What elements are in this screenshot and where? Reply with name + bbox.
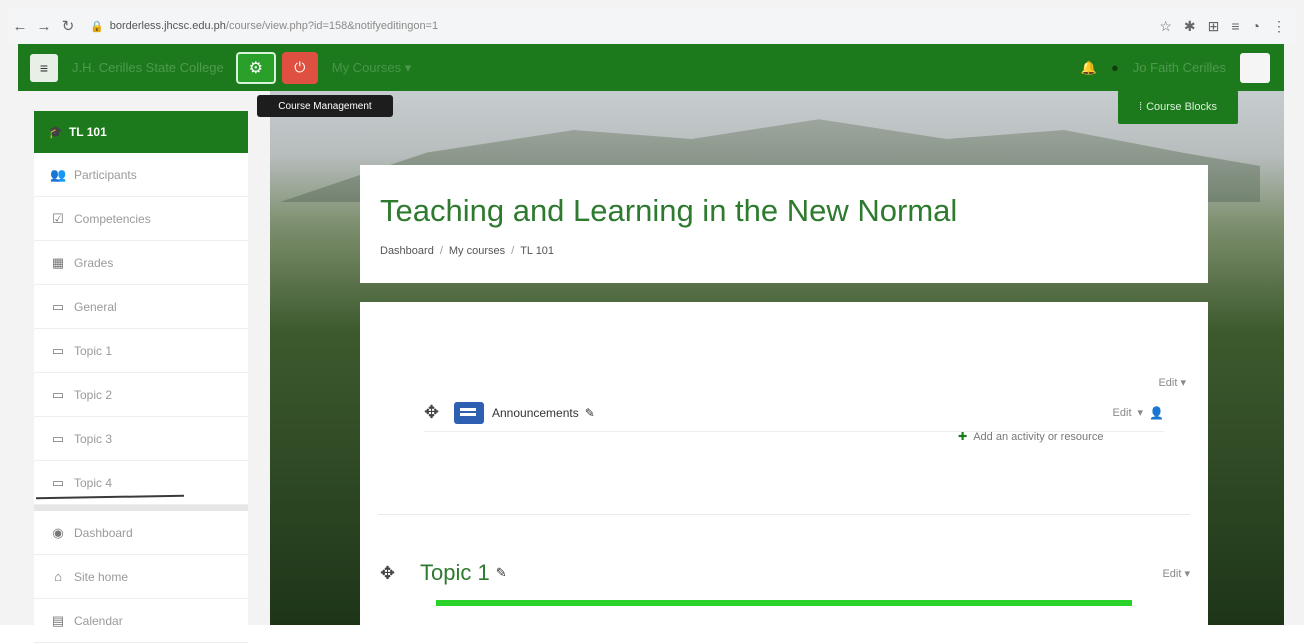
graduation-cap-icon: 🎓: [48, 125, 63, 139]
calendar-icon: ▤: [51, 612, 65, 628]
lock-icon: 🔒: [90, 20, 104, 33]
checkbox-icon: ☑: [52, 210, 64, 226]
forum-icon: [454, 401, 484, 424]
forward-icon[interactable]: →: [32, 14, 56, 38]
sidebar-item-calendar[interactable]: ▤ Calendar: [34, 599, 248, 643]
gears-icon: ⚙: [248, 59, 263, 77]
hamburger-menu-icon[interactable]: ≡: [30, 53, 58, 82]
activity-link[interactable]: Announcements: [492, 406, 579, 420]
edit-label: Edit: [1158, 377, 1178, 389]
sidebar-item-topic-3[interactable]: ▭ Topic 3: [34, 417, 248, 461]
my-courses-label: My Courses: [331, 59, 402, 75]
sidebar-item-label: Competencies: [74, 211, 151, 226]
sidebar-item-course[interactable]: 🎓 TL 101: [34, 111, 248, 153]
avatar[interactable]: [1240, 52, 1270, 83]
table-icon: ▦: [51, 254, 65, 270]
folder-icon: ▭: [51, 298, 65, 314]
add-activity-label: Add an activity or resource: [973, 430, 1104, 443]
editing-toggle-button[interactable]: ⏻: [281, 51, 318, 84]
top-navbar: ≡ J.H. Cerilles State College ⚙ ⏻ My Cou…: [18, 44, 1284, 91]
url-host: borderless.jhcsc.edu.ph: [109, 20, 226, 32]
star-icon[interactable]: ☆: [1159, 18, 1172, 35]
folder-icon: ▭: [51, 430, 65, 446]
address-bar[interactable]: 🔒 borderless.jhcsc.edu.ph /course/view.p…: [90, 20, 1159, 33]
extension-icon[interactable]: ✱: [1184, 18, 1196, 35]
pencil-icon[interactable]: ✎: [496, 565, 507, 581]
dashboard-icon: ◉: [52, 524, 64, 540]
page-title: Teaching and Learning in the New Normal: [380, 193, 958, 228]
topic-1-header: ✥ Topic 1 ✎ Edit ▾: [380, 558, 1190, 588]
sidebar-item-topic-2[interactable]: ▭ Topic 2: [34, 373, 248, 417]
user-icon[interactable]: 👤: [1149, 406, 1164, 420]
sidebar-item-label: Topic 4: [74, 475, 113, 490]
folder-icon: ▭: [51, 386, 65, 402]
sidebar-item-general[interactable]: ▭ General: [34, 285, 248, 329]
users-icon: 👥: [50, 166, 67, 182]
site-name[interactable]: J.H. Cerilles State College: [72, 60, 224, 75]
url-path: /course/view.php?id=158&notifyeditingon=…: [225, 20, 439, 32]
bell-icon[interactable]: 🔔: [1081, 60, 1097, 76]
breadcrumb-dashboard[interactable]: Dashboard: [380, 245, 434, 257]
course-blocks-label: Course Blocks: [1146, 101, 1217, 113]
course-management-button[interactable]: ⚙: [235, 51, 276, 84]
breadcrumb-my-courses[interactable]: My courses: [449, 245, 505, 257]
section-edit-menu[interactable]: Edit ▾: [1162, 567, 1190, 580]
edit-label: Edit: [1162, 567, 1182, 580]
highlight-bar: [436, 600, 1132, 606]
sidebar-item-label: General: [74, 299, 117, 314]
sidebar-item-dashboard[interactable]: ◉ Dashboard: [34, 511, 248, 555]
sidebar-item-site-home[interactable]: ⌂ Site home: [34, 555, 248, 599]
more-icon[interactable]: ⋮: [1272, 18, 1286, 35]
sidebar-item-label: Topic 2: [74, 387, 113, 402]
breadcrumb-course[interactable]: TL 101: [520, 245, 554, 257]
translate-icon[interactable]: ⊞: [1208, 18, 1220, 35]
sidebar-item-label: Topic 1: [74, 343, 113, 358]
move-icon[interactable]: ✥: [424, 402, 444, 423]
profile-icon[interactable]: ◔: [1252, 18, 1260, 34]
my-courses-menu[interactable]: My Courses ▾: [332, 60, 412, 76]
plus-icon: ✚: [958, 431, 968, 443]
activity-announcements: ✥ Announcements ✎ Edit ▾ 👤: [424, 394, 1164, 432]
user-menu[interactable]: Jo Faith Cerilles: [1133, 60, 1226, 75]
add-activity-link[interactable]: ✚ Add an activity or resource: [958, 430, 1104, 444]
sidebar-item-label: Site home: [74, 569, 129, 584]
browser-toolbar: ← → ↻ 🔒 borderless.jhcsc.edu.ph /course/…: [8, 8, 1296, 44]
activity-edit-menu[interactable]: Edit ▾ 👤: [1113, 406, 1164, 420]
chat-icon[interactable]: ●: [1111, 60, 1119, 75]
navigation-drawer: 🎓 TL 101 👥 Participants ☑ Competencies ▦…: [34, 111, 248, 643]
sidebar-item-grades[interactable]: ▦ Grades: [34, 241, 248, 285]
sidebar-item-label: Grades: [74, 255, 114, 270]
sidebar-item-topic-1[interactable]: ▭ Topic 1: [34, 329, 248, 373]
course-content: Edit ▾ ✥ Announcements ✎ Edit ▾ 👤 ✚ Add …: [360, 302, 1208, 625]
folder-icon: ▭: [51, 342, 65, 358]
back-icon[interactable]: ←: [8, 14, 32, 38]
sidebar-item-competencies[interactable]: ☑ Competencies: [34, 197, 248, 241]
sidebar-item-label: Participants: [74, 167, 137, 182]
page-header: Teaching and Learning in the New Normal …: [360, 165, 1208, 283]
move-icon[interactable]: ✥: [380, 563, 400, 584]
edit-label: Edit: [1112, 406, 1132, 419]
course-blocks-icon: ⁞: [1139, 101, 1143, 113]
pencil-icon[interactable]: ✎: [585, 406, 595, 420]
screen: ← → ↻ 🔒 borderless.jhcsc.edu.ph /course/…: [0, 0, 1304, 643]
menu-lines-icon[interactable]: ≡: [1231, 18, 1239, 34]
sidebar-item-participants[interactable]: 👥 Participants: [34, 153, 248, 197]
breadcrumb: Dashboard / My courses / TL 101: [380, 245, 555, 257]
power-icon: ⏻: [294, 59, 306, 75]
tooltip: Course Management: [257, 95, 393, 117]
home-icon: ⌂: [54, 569, 62, 584]
sidebar-item-label: Topic 3: [74, 431, 113, 446]
course-blocks-button[interactable]: ⁞ Course Blocks: [1118, 90, 1238, 124]
sidebar-item-label: Calendar: [74, 613, 123, 628]
section-title[interactable]: Topic 1: [420, 560, 490, 586]
folder-icon: ▭: [51, 474, 65, 490]
course-short-name: TL 101: [68, 125, 107, 139]
section-edit-menu[interactable]: Edit ▾: [1158, 376, 1186, 389]
sidebar-item-label: Dashboard: [74, 525, 133, 540]
section-divider: [378, 514, 1190, 515]
reload-icon[interactable]: ↻: [56, 14, 80, 38]
